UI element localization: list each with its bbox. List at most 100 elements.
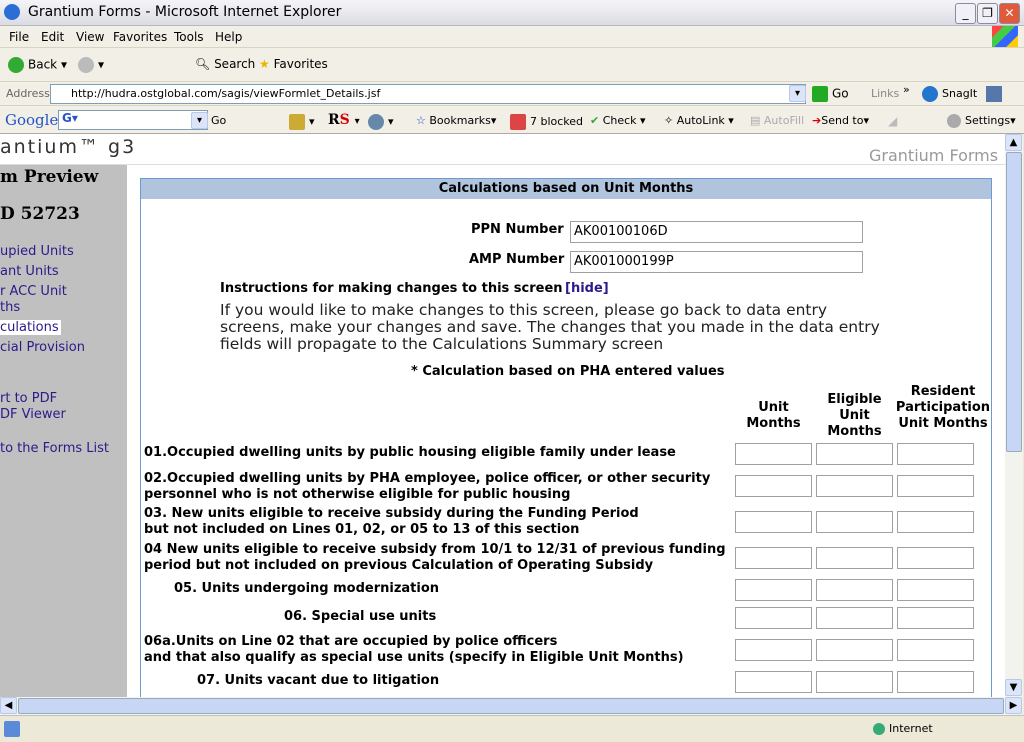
google-dropdown-icon[interactable]: ▾	[191, 112, 208, 129]
grantium-logo: antium™ g3	[0, 136, 137, 158]
sidebar-item-occupied-units[interactable]: upied Units	[0, 244, 74, 259]
settings-button[interactable]: Settings▾	[947, 114, 1016, 128]
menu-view[interactable]: View	[76, 30, 104, 44]
address-bar: Address http://hudra.ostglobal.com/sagis…	[0, 82, 1024, 106]
links-label[interactable]: Links	[871, 87, 899, 100]
eligible-unit-months-input[interactable]	[816, 511, 893, 533]
scroll-right-icon[interactable]: ▶	[1005, 697, 1022, 714]
sidebar-link-export-pdf[interactable]: rt to PDF	[0, 391, 57, 406]
links-chevron-icon[interactable]: »	[903, 83, 910, 96]
horizontal-scroll-thumb[interactable]	[18, 698, 1004, 714]
eligible-unit-months-input[interactable]	[816, 579, 893, 601]
menu-tools[interactable]: Tools	[174, 30, 204, 44]
scroll-left-icon[interactable]: ◀	[0, 697, 17, 714]
ie-icon	[4, 4, 20, 20]
autolink-label: AutoLink	[676, 114, 725, 127]
search-icon: 🔍︎	[195, 57, 211, 71]
popup-tool-button[interactable]: ▾	[289, 114, 315, 130]
resident-participation-input[interactable]	[897, 579, 974, 601]
close-button[interactable]: ✕	[999, 3, 1020, 24]
menu-edit[interactable]: Edit	[41, 30, 64, 44]
resident-participation-input[interactable]	[897, 671, 974, 693]
back-label: Back	[28, 57, 58, 72]
unit-months-input[interactable]	[735, 475, 812, 497]
sidebar-link-forms-list[interactable]: to the Forms List	[0, 441, 109, 456]
ppn-field[interactable]: AK00100106D	[570, 221, 863, 243]
sidebar-item-acc-unit[interactable]: r ACC Unit	[0, 284, 67, 299]
link-tool-button[interactable]: ▾	[368, 114, 394, 130]
scroll-down-icon[interactable]: ▼	[1005, 679, 1022, 696]
col-header-eligible-unit-months: Eligible Unit Months	[827, 392, 882, 439]
globe-icon	[873, 723, 885, 735]
unit-months-input[interactable]	[735, 671, 812, 693]
sidebar-item-calculations[interactable]: culations	[0, 320, 61, 335]
forward-button[interactable]: ▾	[78, 57, 104, 73]
unit-months-input[interactable]	[735, 443, 812, 465]
sidebar-link-pdf-viewer[interactable]: DF Viewer	[0, 407, 66, 422]
eligible-unit-months-input[interactable]	[816, 475, 893, 497]
unit-months-input[interactable]	[735, 607, 812, 629]
menu-help[interactable]: Help	[215, 30, 242, 44]
autolink-button[interactable]: ✧ AutoLink ▾	[664, 114, 734, 127]
eligible-unit-months-input[interactable]	[816, 671, 893, 693]
amp-field[interactable]: AK001000199P	[570, 251, 863, 273]
resident-participation-input[interactable]	[897, 607, 974, 629]
eraser-icon[interactable]: ◢	[888, 114, 897, 128]
vertical-scroll-thumb[interactable]	[1006, 152, 1022, 452]
hide-instructions-link[interactable]: [hide]	[565, 281, 609, 297]
address-input[interactable]: http://hudra.ostglobal.com/sagis/viewFor…	[50, 84, 806, 104]
sidebar-item-acc-unit-months[interactable]: ths	[0, 300, 20, 315]
unit-months-input[interactable]	[735, 639, 812, 661]
sidebar-title: m Preview	[0, 167, 99, 187]
address-dropdown-icon[interactable]: ▾	[789, 85, 806, 102]
row-label: personnel who is not otherwise eligible …	[144, 487, 571, 502]
check-label: Check	[602, 114, 637, 127]
back-button[interactable]: Back ▾	[8, 57, 67, 73]
menu-favorites[interactable]: Favorites	[113, 30, 167, 44]
row-label: and that also qualify as special use uni…	[144, 650, 684, 665]
spellcheck-button[interactable]: ✔ Check ▾	[590, 114, 646, 127]
resident-participation-input[interactable]	[897, 511, 974, 533]
eligible-unit-months-input[interactable]	[816, 443, 893, 465]
horizontal-scrollbar[interactable]: ◀ ▶	[0, 697, 1023, 715]
resident-participation-input[interactable]	[897, 475, 974, 497]
resident-participation-input[interactable]	[897, 443, 974, 465]
google-go-button[interactable]: Go	[211, 114, 226, 127]
unit-months-input[interactable]	[735, 579, 812, 601]
send-to-label: Send to	[821, 114, 864, 127]
popup-blocker-button[interactable]: 7 blocked	[510, 114, 583, 130]
unit-months-input[interactable]	[735, 547, 812, 569]
google-search-input[interactable]: G▾	[58, 110, 208, 130]
resident-participation-input[interactable]	[897, 639, 974, 661]
minimize-button[interactable]: _	[955, 3, 976, 24]
snagit-button[interactable]: SnagIt	[922, 86, 977, 102]
row-label: 06. Special use units	[284, 609, 437, 624]
unit-months-input[interactable]	[735, 511, 812, 533]
scroll-up-icon[interactable]: ▲	[1005, 134, 1022, 151]
calculations-panel: Calculations based on Unit Months PPN Nu…	[140, 178, 992, 697]
status-bar: Internet	[0, 715, 1024, 742]
resident-participation-input[interactable]	[897, 547, 974, 569]
star-icon: ★	[259, 57, 270, 71]
blocked-icon	[510, 114, 526, 130]
maximize-button[interactable]: ❐	[977, 3, 998, 24]
favorites-button[interactable]: ★ Favorites	[259, 57, 328, 71]
eligible-unit-months-input[interactable]	[816, 639, 893, 661]
eligible-unit-months-input[interactable]	[816, 547, 893, 569]
eligible-unit-months-input[interactable]	[816, 607, 893, 629]
send-to-button[interactable]: ➔Send to▾	[812, 114, 869, 127]
sidebar-item-vacant-units[interactable]: ant Units	[0, 264, 59, 279]
autofill-button[interactable]: ▤ AutoFill	[750, 114, 804, 127]
go-label: Go	[832, 86, 849, 101]
go-button[interactable]: Go	[812, 86, 849, 102]
settings-label: Settings	[965, 114, 1011, 127]
vertical-scrollbar[interactable]: ▲ ▼	[1005, 134, 1023, 697]
rs-button[interactable]: RS ▾	[328, 112, 360, 128]
menu-file[interactable]: File	[9, 30, 29, 44]
sidebar-item-special-provision[interactable]: cial Provision	[0, 340, 85, 355]
snagit-label: SnagIt	[942, 87, 978, 100]
google-logo: Google	[5, 111, 59, 129]
snagit-capture-icon[interactable]	[986, 86, 1002, 102]
search-button[interactable]: 🔍︎ Search	[195, 57, 255, 71]
bookmarks-button[interactable]: ☆ Bookmarks▾	[416, 114, 496, 127]
